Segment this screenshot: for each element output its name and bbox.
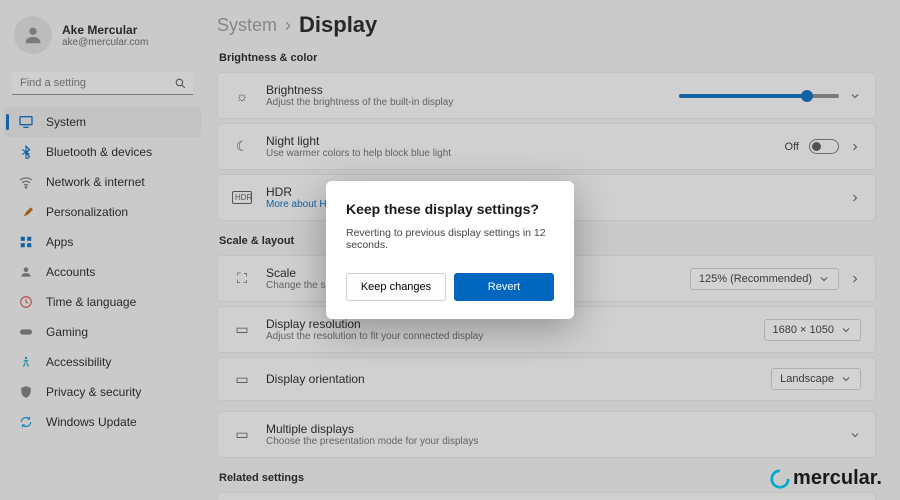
dialog-body: Reverting to previous display settings i… xyxy=(346,227,554,251)
keep-settings-dialog: Keep these display settings? Reverting t… xyxy=(326,181,574,319)
modal-scrim: Keep these display settings? Reverting t… xyxy=(0,0,900,500)
mercular-logo-icon xyxy=(769,468,791,490)
keep-changes-button[interactable]: Keep changes xyxy=(346,273,446,301)
revert-button[interactable]: Revert xyxy=(454,273,554,301)
watermark: mercular. xyxy=(769,467,882,490)
dialog-title: Keep these display settings? xyxy=(346,201,554,217)
